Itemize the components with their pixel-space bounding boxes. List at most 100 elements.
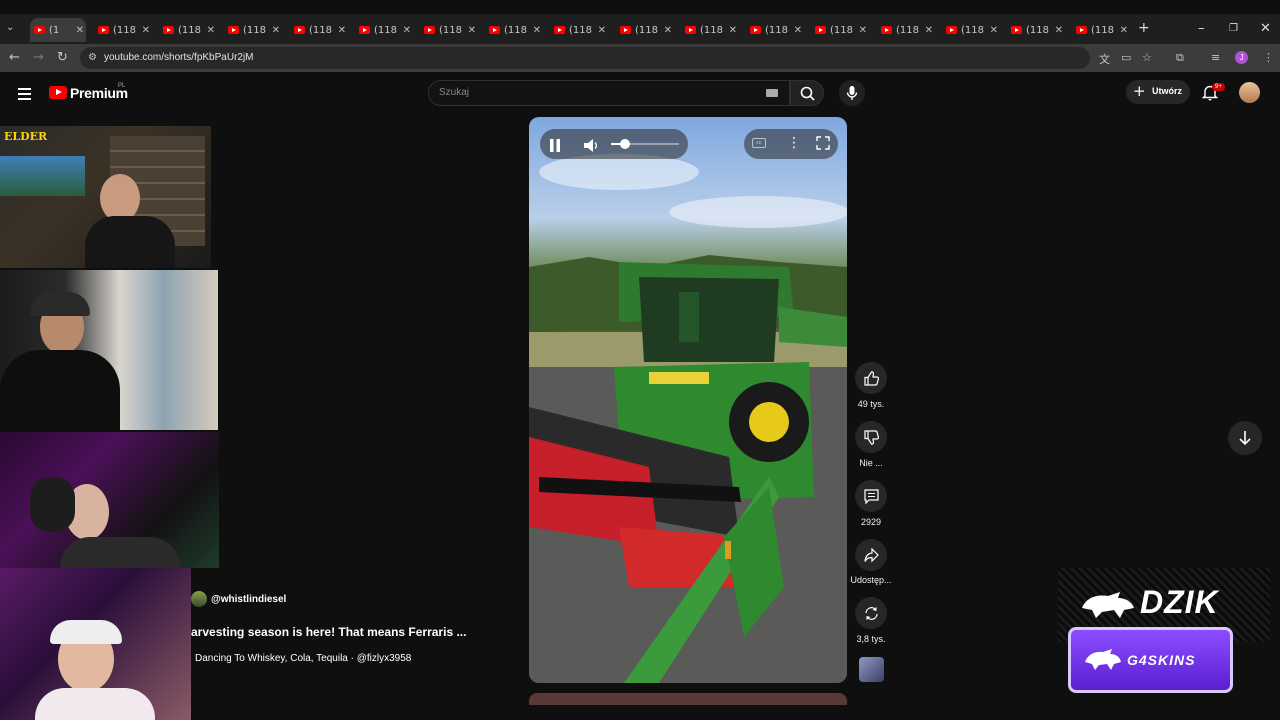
media-control-icon[interactable]: ≡ (1211, 51, 1220, 64)
tab-close-icon[interactable]: ✕ (207, 25, 215, 36)
tab-close-icon[interactable]: ✕ (598, 25, 606, 36)
pause-icon (550, 139, 560, 152)
bull-badge-icon (1083, 646, 1123, 677)
browser-tab[interactable]: (118 ✕ (550, 18, 608, 42)
tab-close-icon[interactable]: ✕ (859, 25, 867, 36)
tab-close-icon[interactable]: ✕ (468, 25, 476, 36)
url-text: youtube.com/shorts/fpKbPaUr2jM (104, 52, 254, 63)
browser-tab[interactable]: (1 ✕ (30, 18, 86, 42)
menu-icon[interactable]: ⋮ (1263, 51, 1274, 64)
comments-button[interactable] (855, 480, 887, 512)
guide-menu-icon[interactable] (18, 88, 31, 103)
tab-close-icon[interactable]: ✕ (272, 25, 280, 36)
short-title[interactable]: arvesting season is here! That means Fer… (191, 625, 466, 639)
translate-icon[interactable]: 文 (1099, 51, 1110, 67)
dislike-label: Nie ... (859, 458, 883, 468)
browser-tab[interactable]: (118 ✕ (811, 18, 869, 42)
webcam-label: ELDER (4, 130, 48, 143)
tab-close-icon[interactable]: ✕ (338, 25, 346, 36)
search-button[interactable] (790, 80, 824, 106)
captions-icon[interactable]: cc (752, 138, 766, 148)
browser-tab[interactable]: (118 ✕ (159, 18, 217, 42)
browser-tab[interactable]: (118 ✕ (290, 18, 348, 42)
youtube-logo-icon[interactable] (49, 86, 67, 99)
tab-close-icon[interactable]: ✕ (794, 25, 802, 36)
tab-label: (118 (374, 24, 397, 36)
browser-tab[interactable]: (118 ✕ (94, 18, 152, 42)
share-label: Udostęp... (850, 575, 892, 585)
search-input[interactable] (428, 80, 790, 106)
browser-tab[interactable]: (118 ✕ (616, 18, 674, 42)
youtube-favicon-icon (294, 26, 305, 34)
browser-tab[interactable]: (118 ✕ (746, 18, 804, 42)
short-video-player[interactable] (529, 117, 847, 683)
browser-tab[interactable]: (118 ✕ (877, 18, 935, 42)
next-short-button[interactable] (1228, 421, 1262, 455)
tab-close-icon[interactable]: ✕ (1120, 25, 1128, 36)
volume-slider-handle[interactable] (620, 139, 630, 149)
remix-count: 3,8 tys. (856, 634, 886, 644)
combine-harvester-image (529, 154, 847, 683)
channel-name[interactable]: @whistlindiesel (211, 594, 286, 605)
tab-close-icon[interactable]: ✕ (142, 25, 150, 36)
youtube-favicon-icon (98, 26, 109, 34)
minimize-icon[interactable]: – (1198, 21, 1205, 36)
tab-search-button[interactable]: ⌄ (6, 22, 20, 36)
share-button[interactable] (855, 539, 887, 571)
webcam-feed-4 (0, 568, 191, 720)
tab-close-icon[interactable]: ✕ (403, 25, 411, 36)
tab-label: (118 (504, 24, 527, 36)
next-short-preview[interactable] (529, 693, 847, 705)
tab-close-icon[interactable]: ✕ (1055, 25, 1063, 36)
channel-avatar[interactable] (191, 591, 207, 607)
browser-tab[interactable]: (118 ✕ (355, 18, 413, 42)
share-icon (863, 547, 879, 562)
tab-close-icon[interactable]: ✕ (925, 25, 933, 36)
browser-tab[interactable]: (118 ✕ (942, 18, 1000, 42)
browser-tab[interactable]: (118 ✕ (1072, 18, 1130, 42)
profile-avatar[interactable]: J (1235, 51, 1248, 64)
account-avatar[interactable] (1239, 82, 1260, 103)
reload-icon[interactable]: ↻ (57, 50, 68, 65)
browser-tab[interactable]: (118 ✕ (224, 18, 282, 42)
tab-close-icon[interactable]: ✕ (729, 25, 737, 36)
youtube-favicon-icon (1011, 26, 1022, 34)
new-tab-button[interactable]: + (1138, 20, 1150, 36)
browser-tab[interactable]: (118 ✕ (485, 18, 543, 42)
tab-label: (118 (1091, 24, 1114, 36)
pause-button[interactable] (549, 137, 561, 156)
mute-button[interactable] (584, 137, 600, 156)
browser-tab[interactable]: (118 ✕ (1007, 18, 1065, 42)
forward-icon[interactable]: → (33, 50, 44, 65)
back-icon[interactable]: ← (9, 50, 20, 65)
plus-icon: + (1133, 82, 1146, 100)
tab-close-icon[interactable]: ✕ (533, 25, 541, 36)
bookmark-star-icon[interactable]: ☆ (1142, 51, 1152, 64)
dislike-button[interactable] (855, 421, 887, 453)
like-button[interactable] (855, 362, 887, 394)
audio-track-thumbnail[interactable] (859, 657, 884, 682)
browser-tab[interactable]: (118 ✕ (681, 18, 739, 42)
voice-search-button[interactable] (839, 80, 865, 106)
extensions-icon[interactable]: ⧉ (1176, 51, 1184, 65)
restore-icon[interactable]: ❐ (1229, 23, 1238, 34)
tab-close-icon[interactable]: ✕ (76, 25, 84, 36)
tab-label: (118 (113, 24, 136, 36)
youtube-favicon-icon (554, 26, 565, 34)
more-options-icon[interactable]: ⋮ (787, 135, 801, 151)
cast-icon[interactable]: ▭ (1121, 51, 1131, 64)
tab-close-icon[interactable]: ✕ (664, 25, 672, 36)
audio-credit[interactable]: Dancing To Whiskey, Cola, Tequila · @fiz… (195, 653, 411, 664)
keyboard-icon[interactable] (766, 89, 778, 97)
comment-count: 2929 (860, 517, 882, 527)
microphone-icon (846, 86, 858, 100)
tab-label: (118 (1026, 24, 1049, 36)
remix-button[interactable] (855, 597, 887, 629)
tab-close-icon[interactable]: ✕ (990, 25, 998, 36)
tab-label: (118 (309, 24, 332, 36)
site-info-icon[interactable]: ⚙ (88, 52, 97, 63)
close-window-icon[interactable]: ✕ (1260, 21, 1271, 36)
fullscreen-icon[interactable] (816, 135, 830, 154)
browser-tab[interactable]: (118 ✕ (420, 18, 478, 42)
youtube-favicon-icon (228, 26, 239, 34)
